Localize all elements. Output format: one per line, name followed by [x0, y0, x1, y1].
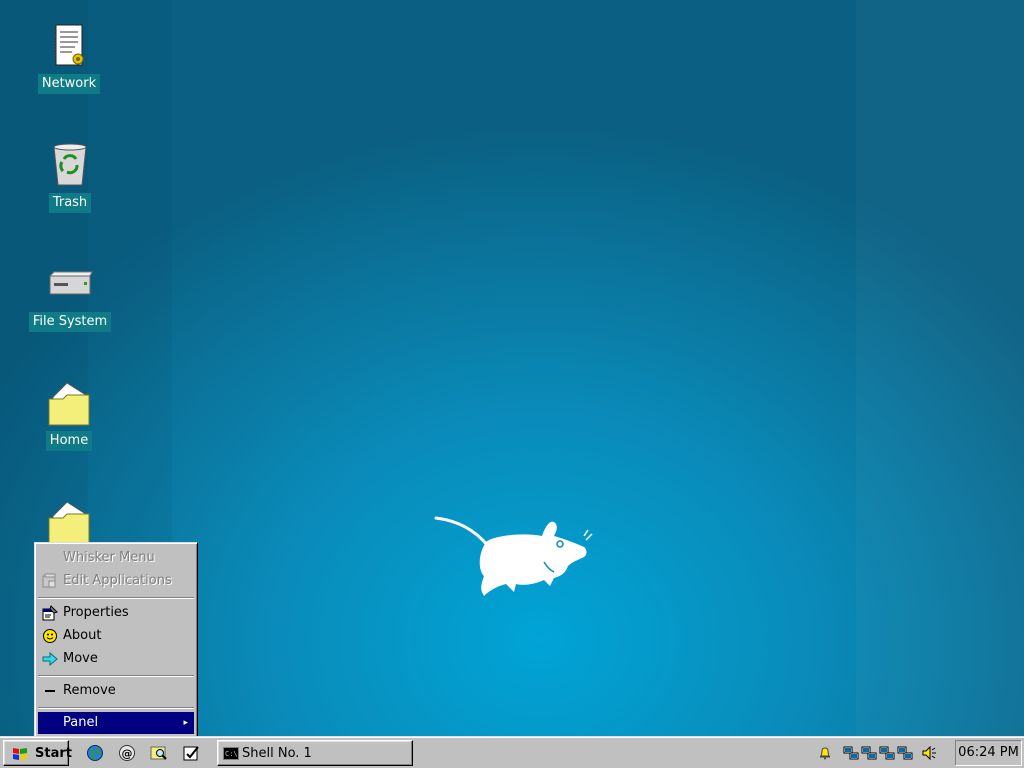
- bell-icon[interactable]: [817, 745, 833, 761]
- start-logo-icon: [11, 746, 29, 762]
- trash-icon: [46, 141, 94, 189]
- drive-icon: [46, 260, 94, 308]
- desktop-icon-folder[interactable]: [19, 498, 119, 546]
- menu-item-label: Properties: [63, 605, 129, 620]
- menu-item-properties[interactable]: Properties: [38, 602, 194, 624]
- desktop-icon-label: Network: [37, 74, 101, 94]
- svg-text:C:\: C:\: [225, 750, 238, 758]
- panel-context-menu: Whisker Menu Edit Applications Propertie…: [34, 542, 198, 736]
- menu-item-label: Remove: [63, 683, 116, 698]
- desktop-icon-network[interactable]: Network: [19, 22, 119, 94]
- desktop-icon-label: File System: [28, 312, 112, 332]
- menu-item-label: About: [63, 628, 102, 643]
- menu-item-about[interactable]: About: [38, 625, 194, 647]
- menu-separator: [38, 597, 194, 599]
- desktop-icon-trash[interactable]: Trash: [20, 141, 120, 213]
- menu-item-label: Edit Applications: [63, 573, 172, 588]
- minus-icon: [42, 683, 58, 699]
- network-icon[interactable]: [897, 745, 913, 761]
- menu-item-label: Whisker Menu: [63, 550, 155, 565]
- edit-applications-icon: [42, 573, 58, 589]
- menu-item-remove[interactable]: Remove: [38, 680, 194, 702]
- folder-icon: [45, 379, 93, 427]
- network-icon[interactable]: [879, 745, 895, 761]
- network-document-icon: [45, 22, 93, 70]
- task-button-shell[interactable]: C:\ Shell No. 1: [217, 740, 413, 766]
- notepad-icon[interactable]: [182, 744, 200, 762]
- task-label: Shell No. 1: [242, 746, 312, 761]
- desktop-icon-label: Trash: [48, 193, 92, 213]
- menu-separator: [38, 707, 194, 709]
- start-button[interactable]: Start: [3, 740, 72, 766]
- menu-item-whisker-menu[interactable]: Whisker Menu: [38, 547, 194, 569]
- xfce-mouse-logo: [432, 512, 600, 604]
- search-folder-icon[interactable]: [150, 744, 168, 762]
- wallpaper-band: [856, 0, 1024, 736]
- network-icon[interactable]: [843, 745, 859, 761]
- desktop[interactable]: Network Trash File System Home Whisker M…: [0, 0, 1024, 736]
- menu-item-label: Panel: [63, 715, 99, 730]
- svg-text:@: @: [122, 747, 133, 760]
- desktop-icon-label: Home: [45, 431, 93, 451]
- menu-item-label: Move: [63, 651, 98, 666]
- start-label: Start: [35, 746, 72, 761]
- menu-item-edit-applications[interactable]: Edit Applications: [38, 570, 194, 592]
- shell-icon: C:\: [223, 747, 239, 760]
- properties-icon: [42, 605, 58, 621]
- network-icon[interactable]: [861, 745, 877, 761]
- desktop-icon-home[interactable]: Home: [19, 379, 119, 451]
- menu-item-panel[interactable]: Panel ▸: [38, 712, 194, 734]
- menu-item-move[interactable]: Move: [38, 648, 194, 670]
- clock[interactable]: 06:24 PM: [955, 740, 1022, 766]
- submenu-arrow-icon: ▸: [183, 718, 188, 728]
- arrow-right-icon: [42, 651, 58, 667]
- globe-icon[interactable]: [86, 744, 104, 762]
- menu-separator: [38, 675, 194, 677]
- smiley-icon: [42, 628, 58, 644]
- folder-icon: [45, 498, 93, 546]
- volume-icon[interactable]: [921, 745, 937, 761]
- desktop-icon-file-system[interactable]: File System: [20, 260, 120, 332]
- taskbar: Start @ C:\ Shell No. 1 06:24 PM: [0, 736, 1024, 768]
- terminal-icon[interactable]: @: [118, 744, 136, 762]
